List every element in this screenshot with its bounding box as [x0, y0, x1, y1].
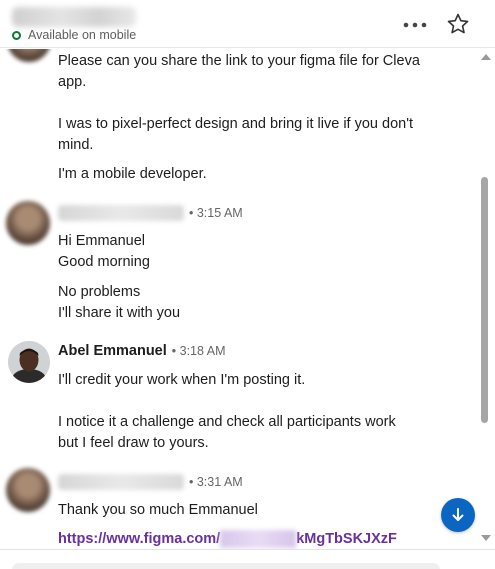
presence-status: Available on mobile — [12, 28, 136, 42]
message-paragraph: I'll credit your work when I'm posting i… — [58, 372, 306, 388]
figma-link-end[interactable]: kMgTbSKJXzF — [296, 531, 397, 547]
profile-photo-icon — [8, 341, 50, 383]
message-paragraph: Hi Emmanuel — [58, 233, 146, 249]
message-meta: • 3:31 AM — [58, 474, 243, 490]
thread-scrollbar[interactable] — [478, 49, 495, 549]
message-paragraph: Good morning — [58, 254, 150, 270]
message-paragraph: No problems — [58, 284, 141, 300]
scroll-up-arrow-icon[interactable] — [481, 54, 491, 60]
sender-avatar[interactable] — [6, 468, 50, 512]
message-time: • 3:31 AM — [189, 475, 243, 489]
sender-avatar[interactable] — [7, 49, 51, 62]
message-paragraph: Please can you share the link to your fi… — [58, 53, 420, 90]
message-paragraph: I notice it a challenge and check all pa… — [58, 414, 396, 451]
contact-name-redacted[interactable] — [12, 7, 136, 27]
message-meta: • 3:15 AM — [58, 205, 243, 221]
sender-name-redacted[interactable] — [58, 474, 184, 490]
message-paragraph: I was to pixel-perfect design and bring … — [58, 116, 413, 153]
message-composer — [0, 549, 495, 569]
sender-name[interactable]: Abel Emmanuel — [58, 343, 167, 359]
more-options-button[interactable] — [400, 12, 430, 38]
available-status-icon — [12, 30, 21, 40]
sender-name-redacted[interactable] — [58, 205, 184, 221]
link-redacted — [220, 530, 297, 548]
presence-status-text: Available on mobile — [28, 28, 137, 42]
abel-emmanuel-avatar[interactable] — [8, 341, 50, 383]
sender-avatar[interactable] — [6, 201, 50, 245]
jump-to-latest-button[interactable] — [441, 498, 475, 532]
star-icon — [447, 13, 469, 34]
message-input[interactable] — [12, 563, 440, 569]
message-paragraph: I'm a mobile developer. — [58, 166, 207, 182]
message-paragraph: Thank you so much Emmanuel — [58, 502, 258, 518]
message-paragraph: I'll share it with you — [58, 305, 181, 321]
message-thread[interactable]: Please can you share the link to your fi… — [0, 49, 478, 549]
scroll-down-arrow-icon[interactable] — [481, 535, 491, 541]
figma-link[interactable]: https://www.figma.com/ kMgTbSKJXzF — [58, 530, 397, 548]
star-conversation-button[interactable] — [444, 10, 472, 38]
message-time: • 3:18 AM — [171, 344, 226, 358]
conversation-header: Available on mobile — [0, 0, 495, 48]
message-meta: Abel Emmanuel • 3:18 AM — [58, 343, 226, 359]
figma-link-start[interactable]: https://www.figma.com/ — [58, 531, 220, 547]
more-horizontal-icon — [403, 22, 427, 28]
message-time: • 3:15 AM — [189, 206, 243, 220]
arrow-down-icon — [452, 508, 464, 521]
scrollbar-thumb[interactable] — [481, 177, 488, 423]
